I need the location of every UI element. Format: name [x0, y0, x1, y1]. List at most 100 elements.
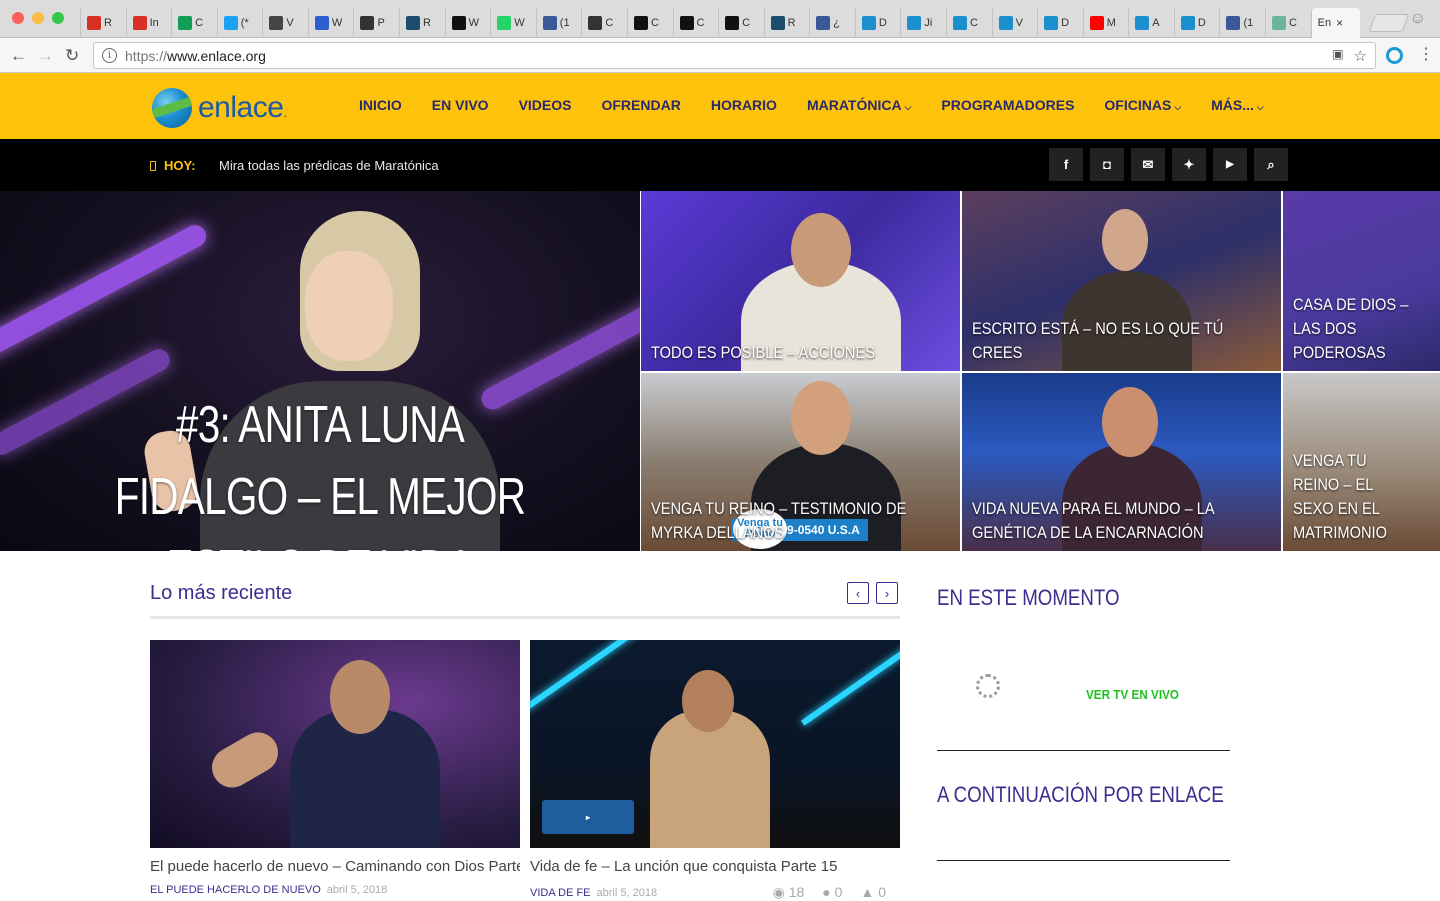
browser-tab[interactable]: D — [854, 8, 901, 38]
facebook-icon — [542, 16, 557, 30]
hero-tile[interactable]: TODO ES POSIBLE – ACCIONES — [641, 191, 960, 371]
nav-item[interactable]: MÁS... ⌵ — [1196, 97, 1279, 113]
new-tab-button[interactable] — [1368, 14, 1410, 32]
info-icon[interactable]: i — [102, 48, 117, 63]
close-window-button[interactable] — [12, 12, 24, 24]
twitter-icon — [223, 16, 238, 30]
browser-tab[interactable]: P — [353, 8, 399, 38]
envelope-icon[interactable]: ✉ — [1131, 148, 1165, 181]
browser-tab[interactable]: A — [1128, 8, 1174, 38]
ticker-headline[interactable]: Mira todas las prédicas de Maratónica — [219, 158, 439, 173]
recent-card[interactable]: El puede hacerlo de nuevo – Caminando co… — [150, 640, 520, 896]
instagram-icon[interactable]: ◘ — [1090, 148, 1124, 181]
browser-tab[interactable]: (* — [216, 8, 263, 38]
nav-item[interactable]: INICIO — [344, 97, 417, 113]
facebook-icon — [816, 16, 831, 30]
comments-stat[interactable]: ● 0 — [822, 884, 842, 901]
browser-tab[interactable]: C — [718, 8, 764, 38]
browser-tab[interactable]: C — [1265, 8, 1311, 38]
address-toolbar: ← → ↻ i https://www.enlace.org ▣ ☆ ⋮ — [0, 38, 1440, 73]
watch-live-link[interactable]: VER TV EN VIVO — [1086, 687, 1179, 702]
next-button[interactable]: › — [876, 582, 898, 604]
url-field[interactable]: i https://www.enlace.org ▣ ☆ — [93, 42, 1376, 69]
browser-tab[interactable]: In — [125, 8, 172, 38]
active-browser-tab[interactable]: En × — [1310, 8, 1361, 38]
prev-button[interactable]: ‹ — [847, 582, 869, 604]
hero-tile[interactable]: 1-469-499-0540 U.S.A Venga tu Reino VENG… — [641, 373, 960, 551]
hero-tile[interactable]: ESCRITO ESTÁ – NO ES LO QUE TÚ CREES — [962, 191, 1281, 371]
browser-tab[interactable]: M — [1082, 8, 1129, 38]
hero-tile[interactable]: VIDA NUEVA PARA EL MUNDO – LA GENÉTICA D… — [962, 373, 1281, 551]
tab-label: P — [377, 17, 385, 29]
nav-item[interactable]: VIDEOS — [504, 97, 587, 113]
card-category[interactable]: VIDA DE FE — [530, 887, 591, 899]
presenter-head — [1102, 209, 1148, 271]
browser-tab[interactable]: C — [581, 8, 627, 38]
recent-section-title: Lo más reciente — [150, 582, 293, 604]
recent-card[interactable]: ▸ Vida de fe – La unción que conquista P… — [530, 640, 900, 901]
chevron-down-icon: ⌵ — [904, 102, 912, 112]
browser-tab[interactable]: R — [763, 8, 810, 38]
search-icon[interactable]: ⌕ — [1254, 148, 1288, 181]
twitter-icon[interactable]: ✦ — [1172, 148, 1206, 181]
we-icon — [451, 16, 466, 30]
tab-label: C — [195, 17, 204, 29]
tab-label: (* — [240, 17, 249, 29]
browser-tab[interactable]: R — [399, 8, 445, 38]
tab-label: D — [1061, 17, 1070, 29]
nav-item[interactable]: PROGRAMADORES — [926, 97, 1089, 113]
back-icon[interactable]: ← — [10, 46, 27, 66]
browser-tab[interactable]: D — [1173, 8, 1220, 38]
card-title[interactable]: El puede hacerlo de nuevo – Caminando co… — [150, 858, 520, 875]
hero-title[interactable]: #3: ANITA LUNA FIDALGO – EL MEJOR ESTILO… — [86, 389, 554, 551]
browser-tab[interactable]: W — [444, 8, 491, 38]
tab-label: ¿ — [833, 17, 840, 29]
zoom-window-button[interactable] — [52, 12, 64, 24]
extension-icon[interactable] — [1386, 47, 1403, 64]
blocked-popup-icon[interactable]: ▣ — [1332, 47, 1343, 65]
reload-icon[interactable]: ↻ — [65, 46, 79, 66]
hero-tile[interactable]: CASA DE DIOS – LAS DOS PODEROSAS — [1283, 191, 1440, 371]
facebook-icon[interactable]: f — [1049, 148, 1083, 181]
hero-featured-post[interactable]: #3: ANITA LUNA FIDALGO – EL MEJOR ESTILO… — [0, 191, 640, 551]
card-thumbnail[interactable] — [150, 640, 520, 848]
forward-icon[interactable]: → — [37, 46, 54, 66]
nav-item-label: OFICINAS — [1104, 97, 1172, 113]
nav-item[interactable]: MARATÓNICA ⌵ — [792, 97, 926, 113]
browser-tab[interactable]: W — [490, 8, 536, 38]
browser-tab[interactable]: R — [80, 8, 126, 38]
chevron-down-icon: ⌵ — [1174, 102, 1182, 112]
card-title[interactable]: Vida de fe – La unción que conquista Par… — [530, 858, 900, 875]
card-thumbnail[interactable]: ▸ — [530, 640, 900, 848]
likes-stat[interactable]: ▲ 0 — [860, 884, 886, 901]
close-tab-icon[interactable]: × — [1336, 16, 1343, 30]
menu-icon[interactable]: ⋮ — [1418, 44, 1434, 64]
browser-tab[interactable]: (1 — [1219, 8, 1265, 38]
nav-item[interactable]: EN VIVO — [417, 97, 504, 113]
card-category[interactable]: EL PUEDE HACERLO DE NUEVO — [150, 884, 321, 896]
browser-tab[interactable]: V — [991, 8, 1038, 38]
browser-tab[interactable]: Ji — [900, 8, 946, 38]
bookmark-star-icon[interactable]: ☆ — [1354, 47, 1367, 65]
nav-item[interactable]: OFICINAS ⌵ — [1089, 97, 1196, 113]
browser-tab[interactable]: C — [626, 8, 673, 38]
browser-tab[interactable]: (1 — [535, 8, 582, 38]
youtube-icon[interactable]: ▶ — [1213, 148, 1247, 181]
browser-tab[interactable]: C — [171, 8, 217, 38]
nav-item[interactable]: HORARIO — [696, 97, 792, 113]
site-header: enlace. INICIO EN VIVO VIDEOS OFRENDAR HORAR… — [0, 73, 1440, 139]
browser-tab[interactable]: ¿ — [809, 8, 855, 38]
logo-text: enlace. — [198, 91, 287, 124]
now-playing-title: EN ESTE MOMENTO — [937, 585, 1120, 610]
browser-tab[interactable]: D — [1037, 8, 1083, 38]
browser-tab[interactable]: V — [262, 8, 308, 38]
enlace-logo[interactable]: enlace. — [152, 88, 287, 128]
nav-item[interactable]: OFRENDAR — [586, 97, 695, 113]
minimize-window-button[interactable] — [32, 12, 44, 24]
profile-icon[interactable]: ☺ — [1410, 10, 1426, 28]
comments-count: 0 — [834, 884, 843, 900]
browser-tab[interactable]: C — [945, 8, 992, 38]
browser-tab[interactable]: C — [672, 8, 719, 38]
hero-tile[interactable]: VENGA TU REINO – EL SEXO EN EL MATRIMONI… — [1283, 373, 1440, 551]
browser-tab[interactable]: W — [307, 8, 354, 38]
